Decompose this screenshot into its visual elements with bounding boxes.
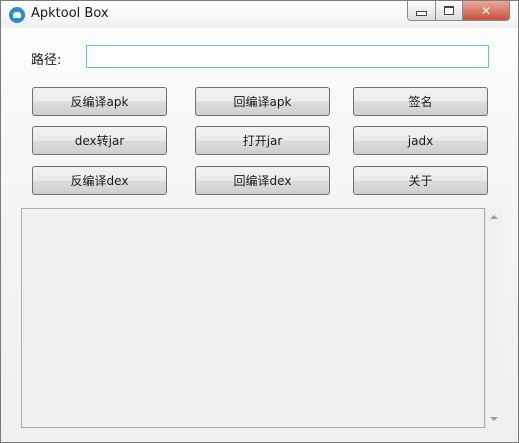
minimize-icon xyxy=(416,11,427,16)
scroll-down-icon[interactable] xyxy=(490,417,498,421)
output-scrollbar[interactable] xyxy=(485,208,503,428)
decompile-apk-button[interactable]: 反编译apk xyxy=(32,87,167,116)
maximize-button[interactable] xyxy=(436,1,463,20)
recompile-apk-button[interactable]: 回编译apk xyxy=(195,87,330,116)
app-window: Apktool Box ✕ 路径: 反编译apk 回编译apk 签名 dex转j… xyxy=(0,0,519,443)
title-bar[interactable]: Apktool Box ✕ xyxy=(1,1,518,28)
close-icon: ✕ xyxy=(480,3,492,18)
decompile-dex-button[interactable]: 反编译dex xyxy=(32,166,167,195)
output-log[interactable] xyxy=(21,208,485,428)
dex-to-jar-button[interactable]: dex转jar xyxy=(32,126,167,155)
maximize-icon xyxy=(444,6,454,15)
about-button[interactable]: 关于 xyxy=(353,166,488,195)
open-jar-button[interactable]: 打开jar xyxy=(195,126,330,155)
scroll-up-icon[interactable] xyxy=(490,215,498,219)
window-controls: ✕ xyxy=(407,1,510,21)
window-title: Apktool Box xyxy=(31,6,109,21)
recompile-dex-button[interactable]: 回编译dex xyxy=(195,166,330,195)
path-input[interactable] xyxy=(86,45,489,68)
sign-button[interactable]: 签名 xyxy=(353,87,488,116)
path-label: 路径: xyxy=(31,53,62,68)
minimize-button[interactable] xyxy=(408,1,436,20)
app-icon xyxy=(9,7,25,23)
jadx-button[interactable]: jadx xyxy=(353,126,488,155)
close-button[interactable]: ✕ xyxy=(463,1,509,20)
